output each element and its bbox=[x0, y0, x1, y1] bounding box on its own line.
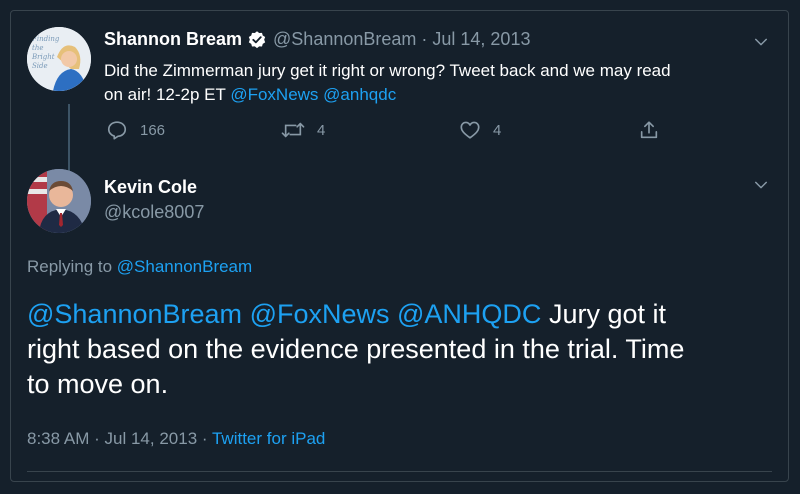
retweet-button[interactable]: 4 bbox=[281, 119, 325, 141]
reply-mention-shannonbream[interactable]: @ShannonBream bbox=[27, 299, 242, 329]
reply-chevron-down-icon[interactable] bbox=[752, 176, 770, 194]
retweet-count: 4 bbox=[317, 121, 326, 139]
reply-icon bbox=[107, 121, 127, 140]
reply-text-line1: @ShannonBream @FoxNews @ANHQDC Jury got … bbox=[27, 297, 684, 332]
like-icon bbox=[460, 121, 480, 139]
replying-to-handle[interactable]: @ShannonBream bbox=[117, 257, 252, 276]
reply-button[interactable]: 166 bbox=[106, 119, 165, 141]
tweet-date[interactable]: Jul 14, 2013 bbox=[432, 29, 530, 50]
retweet-icon bbox=[281, 122, 305, 138]
reply-date[interactable]: Jul 14, 2013 bbox=[105, 429, 198, 448]
avatar-book-text: Finding the Bright Side bbox=[32, 35, 60, 70]
original-tweet-header: Shannon Bream @ShannonBream · Jul 14, 20… bbox=[104, 29, 530, 50]
reply-mention-foxnews[interactable]: @FoxNews bbox=[250, 299, 390, 329]
mention-anhqdc[interactable]: @anhqdc bbox=[323, 85, 396, 104]
reply-meta-line: 8:38 AM · Jul 14, 2013 · Twitter for iPa… bbox=[27, 429, 325, 449]
header-separator: · bbox=[421, 29, 428, 49]
replying-to-label: Replying to bbox=[27, 257, 117, 276]
verified-badge-icon bbox=[248, 30, 266, 48]
reply-text-line2: right based on the evidence presented in… bbox=[27, 334, 685, 364]
tweet-text-line2-plain: on air! 12-2p ET bbox=[104, 85, 231, 104]
tweet-thread-panel: Finding the Bright Side Shannon Bream @S… bbox=[10, 10, 789, 482]
original-tweet-text: Did the Zimmerman jury get it right or w… bbox=[104, 59, 784, 107]
meta-separator-2: · bbox=[201, 429, 208, 448]
reply-text-line3: to move on. bbox=[27, 369, 169, 399]
tweet-text-line1: Did the Zimmerman jury get it right or w… bbox=[104, 61, 671, 80]
share-icon[interactable] bbox=[638, 119, 660, 141]
mention-foxnews[interactable]: @FoxNews bbox=[230, 85, 318, 104]
reply-time[interactable]: 8:38 AM bbox=[27, 429, 89, 448]
reply-tweet-text: @ShannonBream @FoxNews @ANHQDC Jury got … bbox=[27, 297, 684, 402]
bottom-divider bbox=[27, 471, 772, 472]
author-name[interactable]: Shannon Bream bbox=[104, 29, 242, 50]
reply-count: 166 bbox=[140, 121, 166, 139]
avatar-kevin-cole[interactable] bbox=[27, 169, 91, 233]
author-handle[interactable]: @ShannonBream bbox=[273, 29, 416, 50]
reply-mention-anhqdc[interactable]: @ANHQDC bbox=[397, 299, 541, 329]
tweet-source-link[interactable]: Twitter for iPad bbox=[212, 429, 325, 448]
replying-to-line: Replying to @ShannonBream bbox=[27, 257, 252, 277]
thread-connector-line bbox=[68, 104, 70, 174]
avatar-kevin-image bbox=[27, 169, 91, 233]
reply-author-name[interactable]: Kevin Cole bbox=[104, 177, 197, 198]
reply-text-line1-plain: Jury got it bbox=[541, 299, 666, 329]
meta-separator: · bbox=[94, 429, 100, 448]
like-button[interactable]: 4 bbox=[459, 119, 501, 141]
tweet-text-line2: on air! 12-2p ET @FoxNews @anhqdc bbox=[104, 83, 784, 107]
avatar-shannon-bream[interactable]: Finding the Bright Side bbox=[27, 27, 91, 91]
reply-author-handle[interactable]: @kcole8007 bbox=[104, 202, 204, 223]
chevron-down-icon[interactable] bbox=[752, 33, 770, 51]
like-count: 4 bbox=[493, 121, 502, 139]
